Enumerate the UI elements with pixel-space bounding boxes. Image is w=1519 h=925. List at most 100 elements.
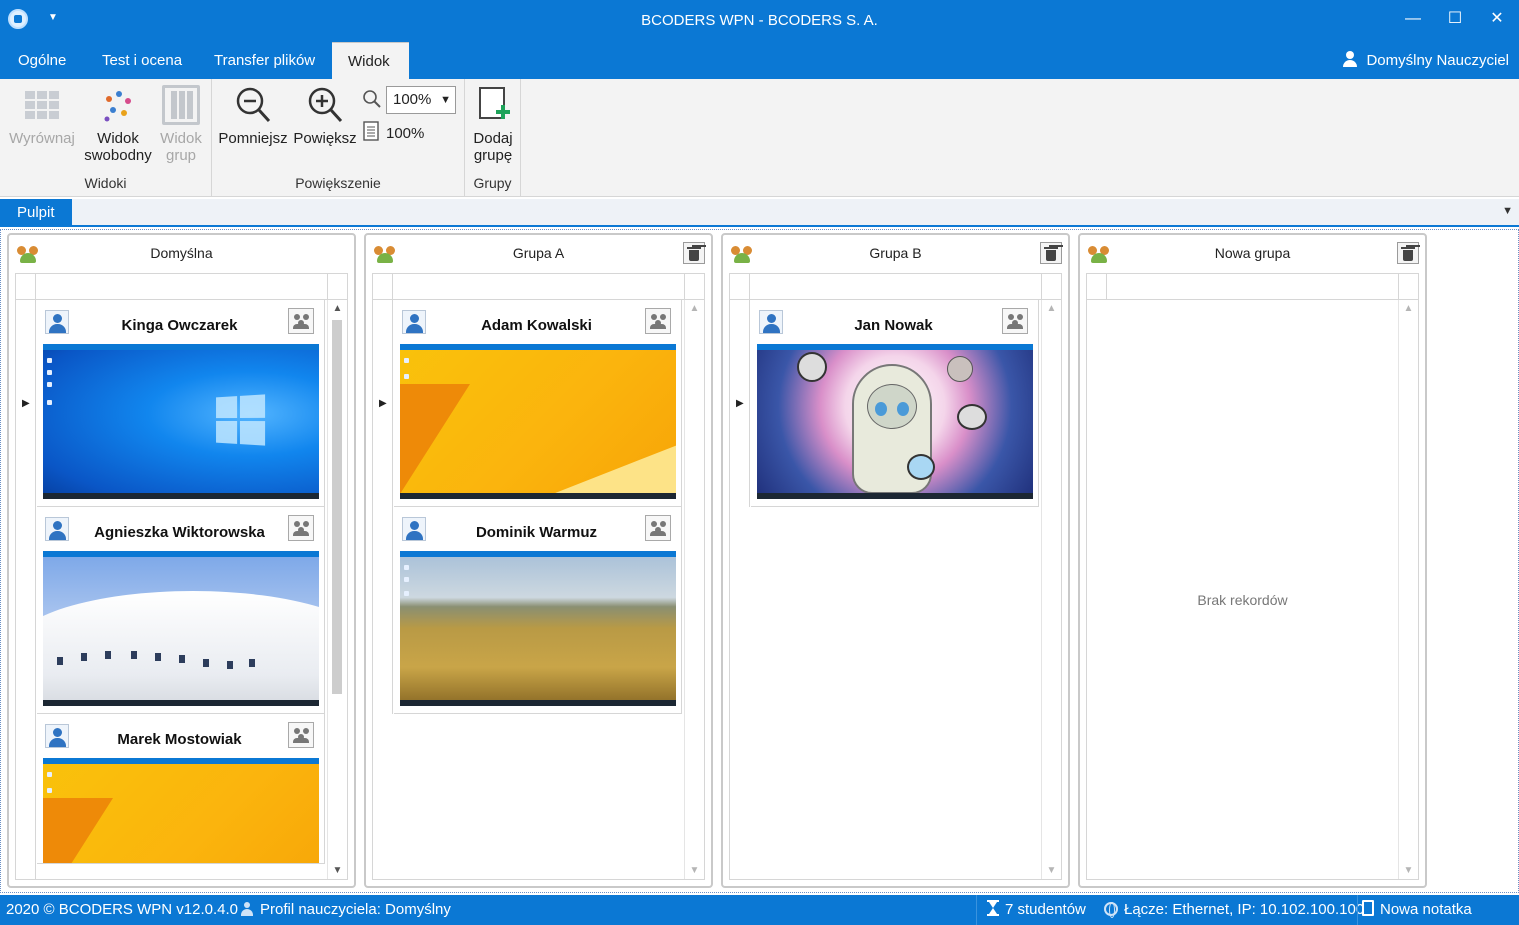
zoom-in-button[interactable]: Powiększ <box>292 85 358 147</box>
scroll-down-icon[interactable]: ▼ <box>328 865 347 876</box>
scroll-up-icon[interactable]: ▲ <box>1399 303 1418 314</box>
zoom-in-label: Powiększ <box>293 130 357 147</box>
tab-pulpit[interactable]: Pulpit <box>0 199 72 227</box>
free-view-button[interactable]: Widok swobodny <box>80 85 156 164</box>
scroll-down-icon[interactable]: ▼ <box>1399 865 1418 876</box>
status-students[interactable]: 7 studentów <box>987 895 1086 925</box>
student-icon[interactable] <box>45 310 69 334</box>
wallpaper-shape <box>540 444 676 499</box>
scroll-down-icon[interactable]: ▼ <box>1042 865 1061 876</box>
assign-group-icon[interactable] <box>1002 308 1028 334</box>
group-panel-grupa-b: Grupa B ▶ ▲ ▼ Jan Nowak <box>721 233 1070 888</box>
close-button[interactable]: ✕ <box>1482 6 1512 32</box>
assign-group-icon[interactable] <box>645 308 671 334</box>
minimize-button[interactable]: — <box>1398 6 1428 32</box>
student-icon[interactable] <box>45 724 69 748</box>
delete-group-icon[interactable] <box>683 242 705 264</box>
desktop-thumbnail[interactable] <box>43 758 319 863</box>
scroll-thumb[interactable] <box>332 320 342 694</box>
magnifier-icon <box>362 89 382 112</box>
status-profile[interactable]: Profil nauczyciela: Domyślny <box>240 895 451 925</box>
ribbon-tabs: Ogólne Test i ocena Transfer plików Wido… <box>0 42 1519 79</box>
scroll-up-icon[interactable]: ▲ <box>328 303 347 314</box>
row-selected-indicator-icon: ▶ <box>736 398 744 409</box>
empty-state-text: Brak rekordów <box>1197 592 1288 608</box>
building-window <box>249 659 255 667</box>
scroll-up-icon[interactable]: ▲ <box>1042 303 1061 314</box>
student-card[interactable]: Jan Nowak <box>751 300 1039 507</box>
group-icon <box>1088 243 1110 263</box>
student-card[interactable]: Marek Mostowiak <box>37 714 325 864</box>
student-card[interactable]: Agnieszka Wiktorowska <box>37 507 325 714</box>
assign-group-icon[interactable] <box>288 722 314 748</box>
assign-group-icon[interactable] <box>288 308 314 334</box>
group-title: Grupa B <box>869 245 922 261</box>
grid-corner <box>1087 274 1107 300</box>
student-icon[interactable] <box>402 517 426 541</box>
desktop-icon <box>47 382 52 387</box>
vertical-scrollbar[interactable]: ▲ ▼ <box>684 300 704 879</box>
zoom-select[interactable]: 100% ▼ <box>386 86 456 114</box>
thumbnail-taskbar <box>43 493 319 499</box>
profile-icon <box>240 902 254 916</box>
student-icon[interactable] <box>402 310 426 334</box>
new-note-button[interactable]: Nowa notatka <box>1362 895 1472 925</box>
group-grid: ▲ ▼ Brak rekordów <box>1086 273 1419 880</box>
add-group-button[interactable]: Dodaj grupę <box>467 85 519 164</box>
desktop-thumbnail[interactable] <box>400 344 676 499</box>
scroll-up-icon[interactable]: ▲ <box>685 303 704 314</box>
character-small <box>797 352 827 382</box>
group-view-button[interactable]: Widok grup <box>156 85 206 164</box>
assign-group-icon[interactable] <box>645 515 671 541</box>
desktop-icon <box>47 400 52 405</box>
maximize-button[interactable]: ☐ <box>1440 6 1470 32</box>
desktop-thumbnail[interactable] <box>43 551 319 706</box>
student-name: Kinga Owczarek <box>121 317 238 334</box>
student-card[interactable]: Adam Kowalski <box>394 300 682 507</box>
desktop-thumbnail[interactable] <box>43 344 319 499</box>
desktop-icon <box>47 358 52 363</box>
group-panel-grupa-a: Grupa A ▶ ▲ ▼ Adam Kowalski Dominik Warm… <box>364 233 713 888</box>
vertical-scrollbar[interactable]: ▲ ▼ <box>327 300 347 879</box>
align-button[interactable]: Wyrównaj <box>6 85 78 147</box>
user-name: Domyślny Nauczyciel <box>1366 52 1509 69</box>
zoom-out-button[interactable]: Pomniejsz <box>218 85 288 147</box>
scroll-down-icon[interactable]: ▼ <box>685 865 704 876</box>
hourglass-icon <box>987 900 999 916</box>
tab-test-i-ocena[interactable]: Test i ocena <box>86 42 198 79</box>
delete-group-icon[interactable] <box>1040 242 1062 264</box>
vertical-scrollbar[interactable]: ▲ ▼ <box>1041 300 1061 879</box>
grid-header <box>1087 274 1418 300</box>
character-eye <box>897 402 909 416</box>
zoom-in-icon <box>306 85 344 125</box>
tab-widok[interactable]: Widok <box>332 42 409 79</box>
zoom-select-value: 100% <box>393 91 432 108</box>
group-title: Domyślna <box>150 245 213 261</box>
student-icon[interactable] <box>45 517 69 541</box>
assign-group-icon[interactable] <box>288 515 314 541</box>
ribbon-group-widoki: Wyrównaj Widok swobodny Widok grup Widok… <box>0 79 212 197</box>
user-menu[interactable]: Domyślny Nauczyciel <box>1342 42 1509 79</box>
delete-group-icon[interactable] <box>1397 242 1419 264</box>
student-icon[interactable] <box>759 310 783 334</box>
status-students-text: 7 studentów <box>1005 901 1086 918</box>
building-window <box>105 651 111 659</box>
tab-list-dropdown-icon[interactable]: ▼ <box>1502 205 1513 217</box>
student-name: Dominik Warmuz <box>475 524 598 541</box>
group-title: Grupa A <box>512 245 565 261</box>
student-card[interactable]: Kinga Owczarek <box>37 300 325 507</box>
ribbon-group-label: Widoki <box>84 175 127 191</box>
status-connection-text: Łącze: Ethernet, IP: 10.102.100.100 <box>1124 901 1365 918</box>
vertical-scrollbar[interactable]: ▲ ▼ <box>1398 300 1418 879</box>
group-icon <box>17 243 39 263</box>
tab-transfer-plikow[interactable]: Transfer plików <box>198 42 331 79</box>
windows-logo-icon <box>216 394 266 446</box>
tab-ogolne[interactable]: Ogólne <box>2 42 82 79</box>
desktop-thumbnail[interactable] <box>400 551 676 706</box>
group-title: Nowa grupa <box>1214 245 1291 261</box>
desktop-icon <box>404 565 409 570</box>
student-card[interactable]: Dominik Warmuz <box>394 507 682 714</box>
page-zoom-value: 100% <box>386 125 425 142</box>
building-window <box>131 651 137 659</box>
desktop-thumbnail[interactable] <box>757 344 1033 499</box>
